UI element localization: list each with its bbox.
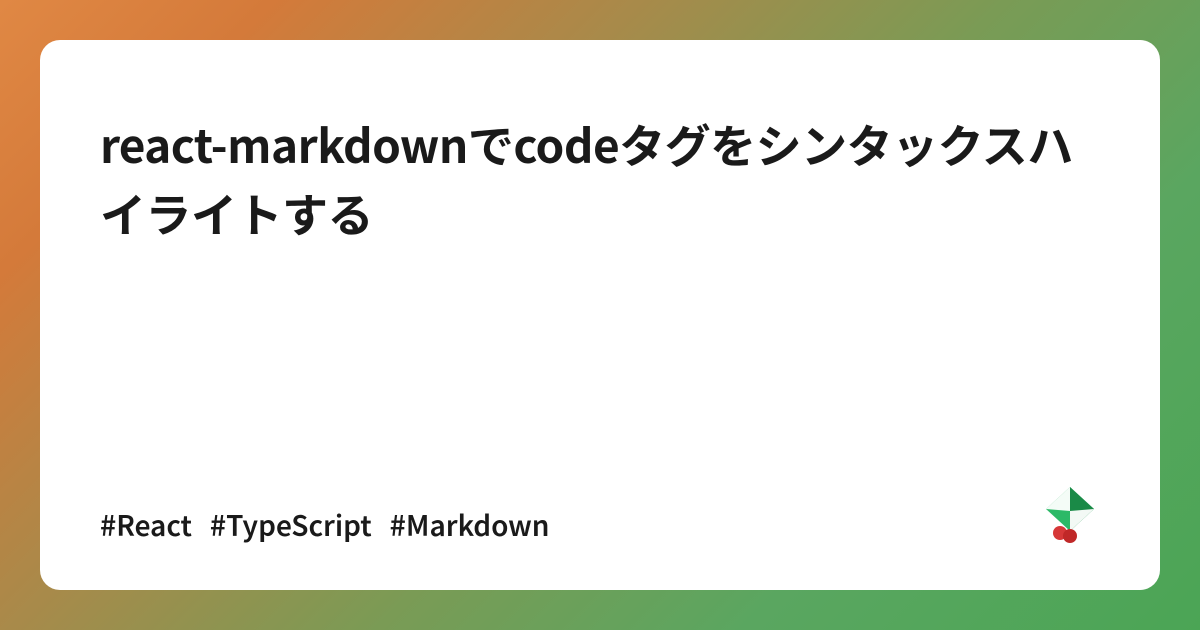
article-title: react-markdownでcodeタグをシンタックスハイライトする [100, 110, 1100, 248]
card-footer: #React #TypeScript #Markdown [100, 485, 1100, 545]
og-card: react-markdownでcodeタグをシンタックスハイライトする #Rea… [40, 40, 1160, 590]
tag: #Markdown [390, 505, 550, 545]
tag: #React [100, 505, 192, 545]
brand-logo-icon [1040, 485, 1100, 545]
tag: #TypeScript [210, 505, 372, 545]
tag-list: #React #TypeScript #Markdown [100, 505, 549, 545]
